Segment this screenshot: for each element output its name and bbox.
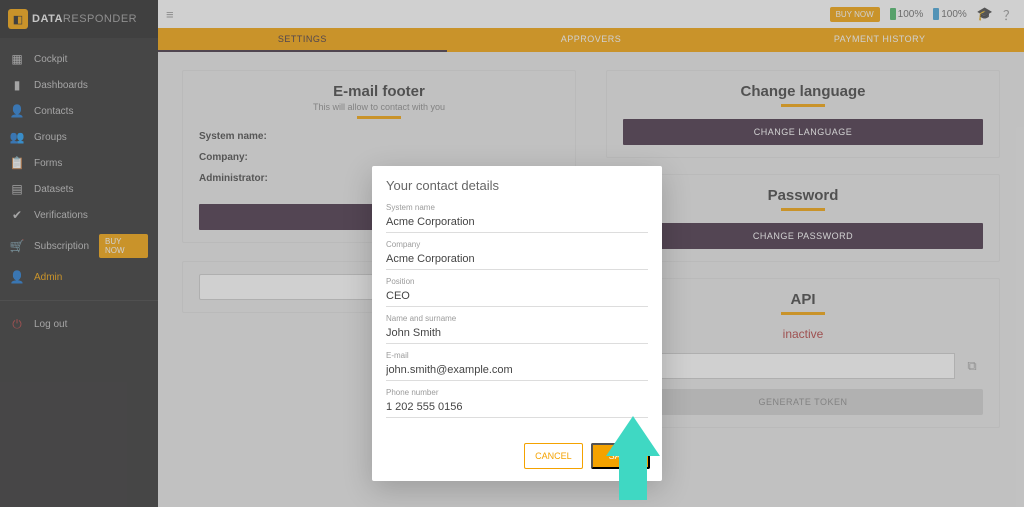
field-phone: Phone number (386, 388, 648, 418)
system-name-input[interactable] (386, 214, 648, 229)
field-email: E-mail (386, 351, 648, 381)
field-name: Name and surname (386, 314, 648, 344)
field-system-name: System name (386, 203, 648, 233)
field-label: System name (386, 203, 648, 212)
name-input[interactable] (386, 325, 648, 340)
field-company: Company (386, 240, 648, 270)
field-label: Name and surname (386, 314, 648, 323)
field-position: Position (386, 277, 648, 307)
field-label: Phone number (386, 388, 648, 397)
field-label: E-mail (386, 351, 648, 360)
dialog-title: Your contact details (386, 178, 648, 193)
company-input[interactable] (386, 251, 648, 266)
phone-input[interactable] (386, 399, 648, 414)
position-input[interactable] (386, 288, 648, 303)
annotation-arrow (606, 416, 660, 500)
email-input[interactable] (386, 362, 648, 377)
field-label: Position (386, 277, 648, 286)
cancel-button[interactable]: CANCEL (524, 443, 583, 469)
field-label: Company (386, 240, 648, 249)
